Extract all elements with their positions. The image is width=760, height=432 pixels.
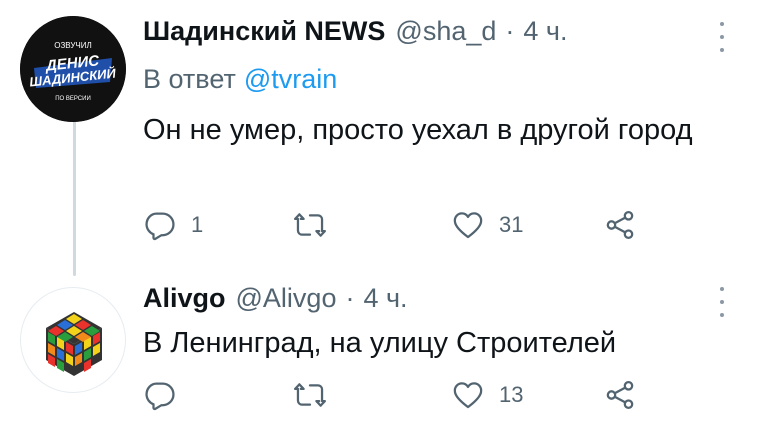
- tweet[interactable]: Alivgo @Alivgo · 4 ч. В Ленинград, на ул…: [0, 275, 760, 432]
- separator-dot: ·: [505, 16, 515, 46]
- tweet-text: Он не умер, просто уехал в другой город: [143, 114, 693, 146]
- reply-count: 1: [191, 212, 204, 237]
- action-bar: 13: [143, 375, 643, 415]
- like-button[interactable]: 13: [451, 375, 523, 415]
- heart-icon: [453, 382, 483, 409]
- reply-button[interactable]: [143, 375, 191, 415]
- retweet-icon: [293, 213, 327, 237]
- reply-prefix: В ответ: [143, 64, 236, 94]
- display-name[interactable]: Alivgo: [143, 283, 226, 314]
- reply-button[interactable]: 1: [143, 205, 203, 245]
- like-button[interactable]: 31: [451, 205, 523, 245]
- share-button[interactable]: [603, 375, 637, 415]
- reply-icon: [145, 382, 175, 411]
- like-count: 31: [499, 212, 524, 237]
- share-button[interactable]: [603, 205, 637, 245]
- avatar-top-text: ОЗВУЧИЛ: [54, 41, 92, 50]
- share-icon: [606, 210, 634, 240]
- retweet-button[interactable]: [293, 375, 341, 415]
- separator-dot: ·: [345, 283, 355, 313]
- handle[interactable]: @sha_d: [395, 16, 496, 47]
- avatar[interactable]: ОЗВУЧИЛ ДЕНИС ШАДИНСКИЙ ПО ВЕРСИИ: [20, 16, 126, 122]
- action-bar: 1 31: [143, 205, 643, 245]
- more-icon[interactable]: [716, 287, 728, 317]
- tweet[interactable]: ОЗВУЧИЛ ДЕНИС ШАДИНСКИЙ ПО ВЕРСИИ Шадинс…: [0, 0, 760, 275]
- reply-handle-link[interactable]: @tvrain: [244, 64, 337, 94]
- tweet-header: Alivgo @Alivgo · 4 ч.: [143, 283, 408, 314]
- more-icon[interactable]: [716, 22, 728, 52]
- timestamp[interactable]: 4 ч.: [363, 283, 407, 314]
- retweet-icon: [293, 383, 327, 407]
- display-name[interactable]: Шадинский NEWS: [143, 16, 385, 47]
- avatar-logo: ОЗВУЧИЛ ДЕНИС ШАДИНСКИЙ ПО ВЕРСИИ: [20, 16, 126, 122]
- tweet-text: В Ленинград, на улицу Строителей: [143, 327, 617, 359]
- avatar[interactable]: [20, 287, 126, 393]
- like-count: 13: [499, 382, 524, 407]
- retweet-button[interactable]: [293, 205, 341, 245]
- reply-icon: [145, 212, 175, 241]
- avatar-bottom-text: ПО ВЕРСИИ: [55, 96, 91, 102]
- reply-context: В ответ @tvrain: [143, 64, 337, 95]
- tweet-header: Шадинский NEWS @sha_d · 4 ч.: [143, 16, 568, 47]
- handle[interactable]: @Alivgo: [236, 283, 337, 314]
- timestamp[interactable]: 4 ч.: [523, 16, 567, 47]
- heart-icon: [453, 212, 483, 239]
- share-icon: [606, 380, 634, 410]
- rubiks-cube-avatar: [46, 312, 102, 376]
